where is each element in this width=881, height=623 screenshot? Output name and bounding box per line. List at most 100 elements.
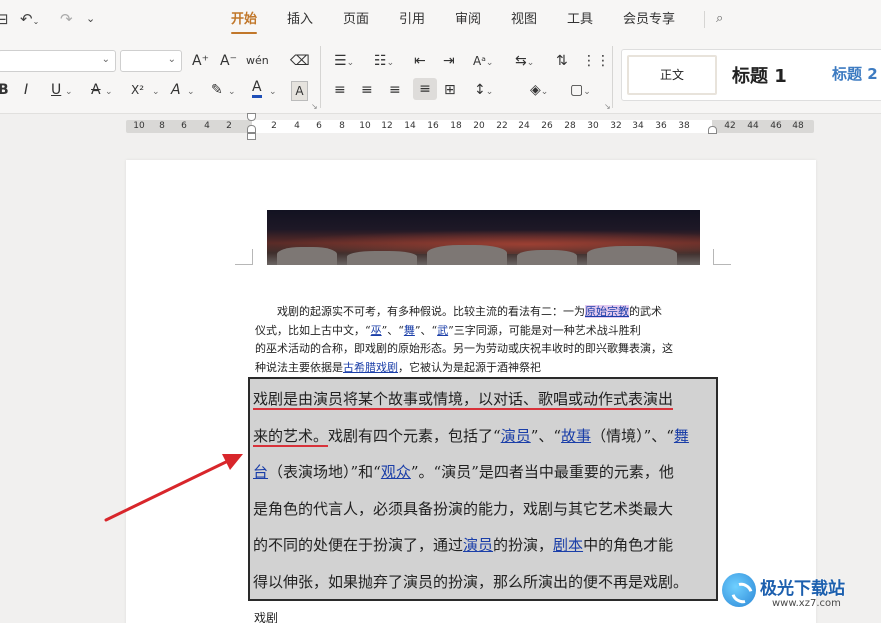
small-para-line[interactable]: 仪式，比如上古中文，“巫”、“舞”、“武”三字同源，可能是对一种艺术战斗胜利 xyxy=(255,322,715,341)
hyperlink[interactable]: 故事 xyxy=(561,427,591,445)
ruler-tick: 20 xyxy=(473,121,485,131)
superscript-icon[interactable]: X² xyxy=(131,81,144,99)
ruler-tick: 38 xyxy=(678,121,690,131)
ribbon-separator-2 xyxy=(612,46,613,108)
hyperlink[interactable]: 古希腊戏剧 xyxy=(343,361,398,374)
text-run: 仪式，比如上古中文，“ xyxy=(255,323,371,337)
style-normal[interactable]: 正文 xyxy=(627,55,717,95)
increase-indent-icon[interactable]: ⇥ xyxy=(443,52,455,70)
first-line-indent-marker[interactable] xyxy=(247,113,256,121)
strikethrough-icon[interactable]: A xyxy=(91,81,101,99)
strikethrough-dropdown-icon[interactable]: ⌄ xyxy=(105,81,113,101)
watermark-logo: 极光下载站 www.xz7.com xyxy=(720,568,880,618)
big-para-line[interactable]: 来的艺术。戏剧有四个元素，包括了“演员”、“故事（情境）”、“舞 xyxy=(253,418,715,455)
bullet-list-icon[interactable]: ☰⌄ xyxy=(334,52,354,72)
tab-page[interactable]: 页面 xyxy=(343,10,369,30)
distributed-align-icon[interactable]: ⊞ xyxy=(444,81,456,99)
style-heading2[interactable]: 标题 2 xyxy=(832,63,878,84)
redo-icon[interactable]: ↷ xyxy=(60,9,73,29)
clear-format-icon[interactable]: ⌫ xyxy=(290,52,310,70)
highlight-icon[interactable]: ✎ xyxy=(211,81,223,99)
phonetic-guide-icon[interactable]: wén xyxy=(246,52,269,70)
left-indent-marker[interactable] xyxy=(247,133,256,140)
save-icon[interactable]: ⊟ xyxy=(0,9,9,29)
small-para-line[interactable]: 种说法主要依据是古希腊戏剧，它被认为是起源于酒神祭祀 xyxy=(255,359,715,378)
undo-icon[interactable]: ↶⌄ xyxy=(20,9,39,32)
text-direction-icon[interactable]: ⇆⌄ xyxy=(515,52,534,72)
style-heading1[interactable]: 标题 1 xyxy=(732,62,787,88)
ruler-tick: 12 xyxy=(381,121,393,131)
tab-insert[interactable]: 插入 xyxy=(287,10,313,30)
font-name-select[interactable]: ⌄ xyxy=(0,50,116,72)
small-para-line[interactable]: 的巫术活动的合称，即戏剧的原始形态。另一为劳动或庆祝丰收时的即兴歌舞表演，这 xyxy=(255,340,715,359)
font-color-dropdown-icon[interactable]: ⌄ xyxy=(269,81,277,101)
underline-dropdown-icon[interactable]: ⌄ xyxy=(65,81,73,101)
next-paragraph-text[interactable]: 戏剧 xyxy=(254,609,278,623)
show-marks-icon[interactable]: ⋮⋮ xyxy=(582,52,610,70)
tab-review[interactable]: 审阅 xyxy=(455,10,481,30)
hyperlink[interactable]: 台 xyxy=(253,463,268,481)
right-indent-marker[interactable] xyxy=(708,126,717,134)
text-run: 的扮演， xyxy=(493,536,554,554)
search-icon[interactable]: ⌕ xyxy=(716,9,723,29)
shrink-font-icon[interactable]: A⁻ xyxy=(220,52,237,70)
font-dialog-launcher-icon[interactable]: ↘ xyxy=(311,102,318,111)
paragraph-origin[interactable]: 戏剧的起源实不可考，有多种假说。比较主流的看法有二：一为原始宗教的武术 仪式，比如… xyxy=(255,303,715,377)
hyperlink[interactable]: 舞 xyxy=(674,427,689,445)
font-color-icon[interactable]: A xyxy=(252,79,262,98)
tab-view[interactable]: 视图 xyxy=(511,10,537,30)
hyperlink[interactable]: 舞 xyxy=(404,324,415,337)
hyperlink[interactable]: 演员 xyxy=(501,427,531,445)
justify-icon[interactable]: ≡ xyxy=(413,78,437,100)
align-left-icon[interactable]: ≡ xyxy=(334,81,346,99)
paragraph-dialog-launcher-icon[interactable]: ↘ xyxy=(604,102,611,111)
grow-font-icon[interactable]: A⁺ xyxy=(192,52,209,70)
big-para-line[interactable]: 的不同的处便在于扮演了，通过演员的扮演，剧本中的角色才能 xyxy=(253,527,715,564)
tab-member[interactable]: 会员专享 xyxy=(623,10,675,30)
text-effect-dropdown-icon[interactable]: ⌄ xyxy=(187,81,195,101)
big-para-line[interactable]: 得以伸张，如果抛弃了演员的扮演，那么所演出的便不再是戏剧。 xyxy=(253,564,715,601)
hanging-indent-marker[interactable] xyxy=(247,125,256,133)
align-right-icon[interactable]: ≡ xyxy=(389,81,401,99)
line-spacing-icon[interactable]: ↕⌄ xyxy=(474,81,493,101)
hyperlink[interactable]: 演员 xyxy=(463,536,493,554)
ruler-tick: 30 xyxy=(587,121,599,131)
hyperlink[interactable]: 观众 xyxy=(381,463,411,481)
change-case-icon[interactable]: Aᵃ⌄ xyxy=(473,52,493,72)
big-para-line[interactable]: 台（表演场地）”和“观众”。“演员”是四者当中最重要的元素，他 xyxy=(253,454,715,491)
superscript-dropdown-icon[interactable]: ⌄ xyxy=(152,81,160,101)
text-run: ”、“ xyxy=(530,426,562,445)
borders-icon[interactable]: ▢⌄ xyxy=(570,81,591,101)
more-icon[interactable]: ⌄ xyxy=(86,9,95,29)
header-image[interactable] xyxy=(267,210,700,265)
ruler-tick: 46 xyxy=(770,121,782,131)
underline-icon[interactable]: U xyxy=(51,81,61,99)
paragraph-definition-selected[interactable]: 戏剧是由演员将某个故事或情境，以对话、歌唱或动作式表演出 来的艺术。戏剧有四个元素… xyxy=(253,381,715,600)
tab-tools[interactable]: 工具 xyxy=(567,10,593,30)
small-para-line[interactable]: 戏剧的起源实不可考，有多种假说。比较主流的看法有二：一为原始宗教的武术 xyxy=(255,303,715,322)
hyperlink[interactable]: 武 xyxy=(437,324,448,337)
big-para-line[interactable]: 是角色的代言人，必须具备扮演的能力，戏剧与其它艺术类最大 xyxy=(253,491,715,528)
character-shading-icon[interactable]: A xyxy=(291,81,308,101)
sort-icon[interactable]: ⇅ xyxy=(556,52,568,70)
tab-start[interactable]: 开始 xyxy=(231,10,257,30)
text-run: ，它被认为是起源于酒神祭祀 xyxy=(398,360,541,374)
font-size-select[interactable]: ⌄ xyxy=(120,50,182,72)
paragraph-shading-icon[interactable]: ◈⌄ xyxy=(530,81,548,101)
bold-icon[interactable]: B xyxy=(0,81,9,99)
tab-references[interactable]: 引用 xyxy=(399,10,425,30)
ruler-tick: 34 xyxy=(632,121,644,131)
big-para-line[interactable]: 戏剧是由演员将某个故事或情境，以对话、歌唱或动作式表演出 xyxy=(253,381,715,418)
highlight-dropdown-icon[interactable]: ⌄ xyxy=(228,81,236,101)
ruler-tick: 22 xyxy=(496,121,508,131)
ruler-tick: 48 xyxy=(792,121,804,131)
align-center-icon[interactable]: ≡ xyxy=(361,81,373,99)
numbered-list-icon[interactable]: ☷⌄ xyxy=(374,52,394,72)
hyperlink[interactable]: 原始宗教 xyxy=(585,305,629,318)
text-effect-icon[interactable]: A xyxy=(171,81,181,99)
ruler-tick: 32 xyxy=(610,121,622,131)
decrease-indent-icon[interactable]: ⇤ xyxy=(414,52,426,70)
hyperlink[interactable]: 剧本 xyxy=(553,536,583,554)
italic-icon[interactable]: I xyxy=(24,81,28,99)
hyperlink[interactable]: 巫 xyxy=(371,324,382,337)
